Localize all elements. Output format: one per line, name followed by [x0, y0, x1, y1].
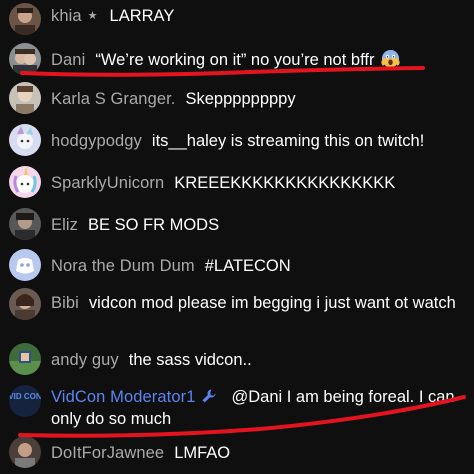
avatar[interactable]: VID CON: [9, 385, 41, 417]
message-text: its__haley is streaming this on twitch!: [151, 132, 425, 150]
avatar[interactable]: [9, 166, 41, 198]
avatar[interactable]: [9, 208, 41, 240]
message-text: the sass vidcon..: [128, 351, 252, 369]
author-name[interactable]: Dani: [51, 51, 85, 69]
author-name[interactable]: SparklyUnicorn: [51, 174, 164, 192]
message-text: LMFAO: [174, 444, 231, 462]
avatar[interactable]: [9, 3, 41, 35]
author-name[interactable]: Karla S Granger.: [51, 90, 176, 108]
message-text: LARRAY: [109, 7, 175, 25]
avatar[interactable]: [9, 343, 41, 375]
avatar[interactable]: [9, 249, 41, 281]
screaming-face-emoji-icon: [381, 49, 400, 68]
author-name[interactable]: andy guy: [51, 351, 119, 369]
message-text: KREEEKKKKKKKKKKKKKKK: [174, 174, 396, 192]
message-text: vidcon mod please im begging i just want…: [88, 294, 456, 312]
avatar[interactable]: [9, 82, 41, 114]
author-name[interactable]: VidCon Moderator1: [51, 388, 195, 406]
avatar[interactable]: [9, 288, 41, 320]
message-text: Skeppppppppy: [185, 90, 296, 108]
message-text: “We’re working on it” no you’re not bffr: [95, 51, 375, 69]
avatar[interactable]: [9, 43, 41, 75]
wrench-icon: [201, 388, 217, 404]
star-badge-icon: ★: [87, 10, 98, 22]
author-name[interactable]: DoItForJawnee: [51, 444, 164, 462]
message-text: #LATECON: [204, 257, 291, 275]
vidcon-logo-text: VID CON: [9, 392, 41, 401]
author-name[interactable]: Bibi: [51, 294, 79, 312]
author-name[interactable]: Eliz: [51, 216, 78, 234]
message-text: BE SO FR MODS: [88, 216, 220, 234]
avatar[interactable]: [9, 436, 41, 468]
author-name[interactable]: khia: [51, 7, 82, 25]
avatar[interactable]: [9, 124, 41, 156]
live-chat-feed: khia ★ LARRAY Dani “We’re working on it” no…: [0, 0, 474, 474]
author-name[interactable]: Nora the Dum Dum: [51, 257, 195, 275]
author-name[interactable]: hodgypodgy: [51, 132, 142, 150]
